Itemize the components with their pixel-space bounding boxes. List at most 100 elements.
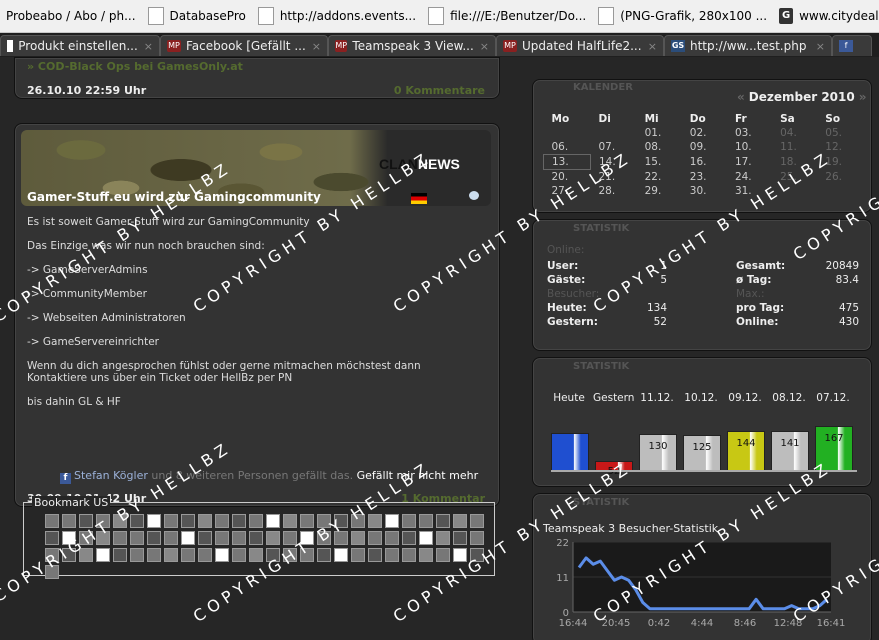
calendar-day[interactable]: 19. (817, 155, 862, 170)
calendar-day[interactable]: 11. (772, 140, 817, 155)
calendar-day[interactable]: 20. (544, 170, 591, 185)
calendar-day[interactable]: 26. (817, 170, 862, 185)
calendar-day[interactable]: 08. (637, 140, 682, 155)
social-bookmark-icon[interactable] (79, 548, 93, 562)
social-bookmark-icon[interactable] (300, 531, 314, 545)
tab-close-button[interactable]: × (810, 40, 825, 53)
social-bookmark-icon[interactable] (198, 514, 212, 528)
social-bookmark-icon[interactable] (113, 548, 127, 562)
bookmark-item[interactable]: http://addons.events... (252, 7, 422, 25)
news-link[interactable]: » COD-Black Ops bei GamesOnly.at (27, 60, 243, 73)
calendar-day[interactable]: 10. (727, 140, 772, 155)
bookmark-item[interactable]: (PNG-Grafik, 280x100 ... (592, 7, 773, 25)
browser-tab[interactable]: Produkt einstellen... × (0, 35, 160, 56)
calendar-day[interactable]: 04. (772, 126, 817, 140)
social-bookmark-icon[interactable] (453, 514, 467, 528)
social-bookmark-icon[interactable] (402, 514, 416, 528)
social-bookmark-icon[interactable] (62, 514, 76, 528)
browser-tab[interactable]: MP Teamspeak 3 View... × (328, 35, 496, 56)
friend-link[interactable]: Stefan Kögler (74, 469, 148, 482)
social-bookmark-icon[interactable] (351, 548, 365, 562)
browser-tab[interactable]: MP Updated HalfLife2... × (496, 35, 664, 56)
social-bookmark-icon[interactable] (266, 514, 280, 528)
social-bookmark-icon[interactable] (215, 514, 229, 528)
calendar-day[interactable]: 22. (637, 170, 682, 185)
social-bookmark-icon[interactable] (130, 548, 144, 562)
bookmark-item[interactable]: Gwww.citydeal.de (773, 8, 879, 24)
social-bookmark-icon[interactable] (113, 514, 127, 528)
social-bookmark-icon[interactable] (470, 531, 484, 545)
social-bookmark-icon[interactable] (317, 531, 331, 545)
next-month-button[interactable]: » (859, 90, 867, 104)
social-bookmark-icon[interactable] (249, 531, 263, 545)
social-bookmark-icon[interactable] (62, 531, 76, 545)
social-bookmark-icon[interactable] (45, 565, 59, 579)
social-bookmark-icon[interactable] (249, 548, 263, 562)
social-bookmark-icon[interactable] (147, 548, 161, 562)
calendar-day[interactable]: 17. (727, 155, 772, 170)
social-bookmark-icon[interactable] (113, 531, 127, 545)
social-bookmark-icon[interactable] (436, 514, 450, 528)
social-bookmark-icon[interactable] (96, 531, 110, 545)
social-bookmark-icon[interactable] (300, 548, 314, 562)
social-bookmark-icon[interactable] (317, 548, 331, 562)
social-bookmark-icon[interactable] (45, 514, 59, 528)
social-bookmark-icon[interactable] (181, 531, 195, 545)
social-bookmark-icon[interactable] (130, 531, 144, 545)
calendar-day[interactable]: 05. (817, 126, 862, 140)
calendar-day[interactable]: 25. (772, 170, 817, 185)
social-bookmark-icon[interactable] (385, 514, 399, 528)
social-bookmark-icon[interactable] (453, 548, 467, 562)
bookmark-item[interactable]: Probeabo / Abo / ph... (0, 9, 142, 23)
social-bookmark-icon[interactable] (334, 514, 348, 528)
social-bookmark-icon[interactable] (181, 514, 195, 528)
social-bookmark-icon[interactable] (96, 514, 110, 528)
social-bookmark-icon[interactable] (402, 548, 416, 562)
tab-close-button[interactable]: × (642, 40, 657, 53)
social-bookmark-icon[interactable] (147, 514, 161, 528)
social-bookmark-icon[interactable] (436, 548, 450, 562)
browser-tab[interactable]: f (832, 35, 872, 56)
calendar-day[interactable]: 06. (544, 140, 591, 155)
unlike-link[interactable]: Gefällt mir nicht mehr (357, 469, 478, 482)
social-bookmark-icon[interactable] (266, 531, 280, 545)
social-bookmark-icon[interactable] (181, 548, 195, 562)
social-bookmark-icon[interactable] (164, 548, 178, 562)
social-bookmark-icon[interactable] (198, 531, 212, 545)
social-bookmark-icon[interactable] (164, 514, 178, 528)
calendar-day[interactable]: 07. (591, 140, 637, 155)
calendar-day[interactable]: 31. (727, 184, 772, 198)
tab-close-button[interactable]: × (474, 40, 489, 53)
calendar-day[interactable]: 27. (544, 184, 591, 198)
social-bookmark-icon[interactable] (215, 548, 229, 562)
social-bookmark-icon[interactable] (419, 531, 433, 545)
social-bookmark-icon[interactable] (402, 531, 416, 545)
calendar-day[interactable]: 16. (682, 155, 727, 170)
social-bookmark-icon[interactable] (215, 531, 229, 545)
browser-tab[interactable]: MP Facebook [Gefällt ... × (160, 35, 328, 56)
social-bookmark-icon[interactable] (368, 531, 382, 545)
tab-close-button[interactable]: × (306, 40, 321, 53)
calendar-day[interactable]: 12. (817, 140, 862, 155)
social-bookmark-icon[interactable] (419, 548, 433, 562)
comments-link[interactable]: 0 Kommentare (394, 84, 485, 97)
social-bookmark-icon[interactable] (232, 548, 246, 562)
bookmark-item[interactable]: DatabasePro (142, 7, 252, 25)
calendar-day[interactable]: 18. (772, 155, 817, 170)
social-bookmark-icon[interactable] (300, 514, 314, 528)
bookmark-item[interactable]: file:///E:/Benutzer/Do... (422, 7, 592, 25)
social-bookmark-icon[interactable] (45, 548, 59, 562)
social-bookmark-icon[interactable] (470, 548, 484, 562)
calendar-day[interactable]: 23. (682, 170, 727, 185)
tab-close-button[interactable]: × (138, 40, 153, 53)
browser-tab[interactable]: GS http://ww...test.php × (664, 35, 832, 56)
calendar-day[interactable]: 30. (682, 184, 727, 198)
calendar-day[interactable]: 24. (727, 170, 772, 185)
calendar-day[interactable]: 14. (591, 155, 637, 170)
social-bookmark-icon[interactable] (79, 531, 93, 545)
calendar-day[interactable]: 02. (682, 126, 727, 140)
social-bookmark-icon[interactable] (283, 514, 297, 528)
social-bookmark-icon[interactable] (385, 548, 399, 562)
social-bookmark-icon[interactable] (453, 531, 467, 545)
social-bookmark-icon[interactable] (351, 514, 365, 528)
